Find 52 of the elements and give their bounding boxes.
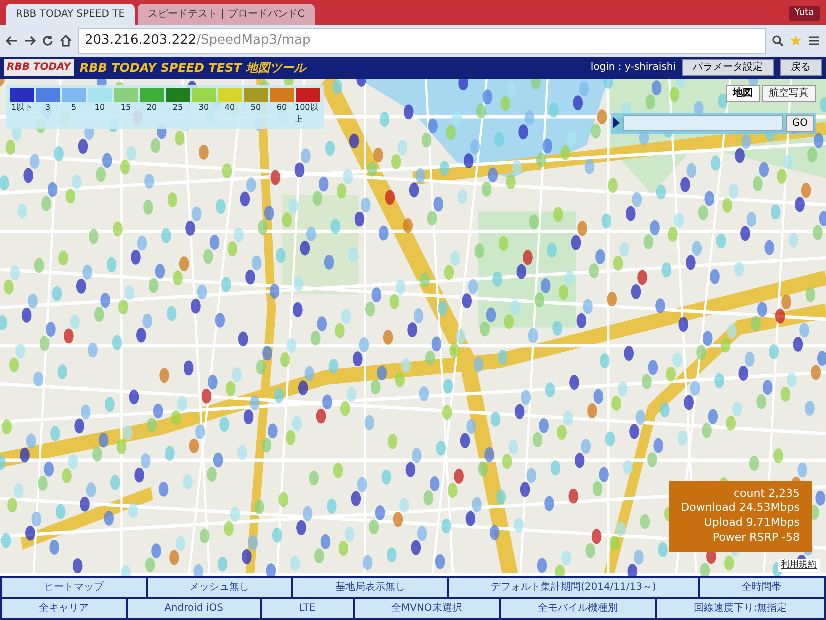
legend-label: 100以上 — [295, 102, 320, 126]
stats-line: Power RSRP -58 — [712, 531, 800, 546]
stats-line: count 2,235 — [732, 486, 800, 502]
setting-cell[interactable]: 全キャリア — [2, 599, 126, 618]
back-arrow-icon[interactable] — [6, 34, 18, 47]
address-field[interactable]: 203.216.203.222/SpeedMap3/map — [78, 28, 766, 54]
legend-label: 50 — [250, 102, 262, 114]
go-button[interactable]: GO — [786, 114, 814, 132]
legend-label: 1以下 — [11, 102, 33, 114]
map-drawing[interactable] — [0, 78, 826, 576]
setting-cell[interactable]: 全MVNO未選択 — [354, 599, 500, 618]
header-button[interactable]: 戻る — [780, 59, 822, 76]
legend-label: 20 — [146, 102, 158, 114]
search-icon[interactable] — [772, 34, 784, 47]
setting-cell[interactable]: ヒートマップ — [2, 578, 146, 597]
legend-label: 60 — [276, 102, 288, 114]
legend-label: 3 — [45, 102, 51, 114]
stats-line: Upload 9.71Mbps — [703, 516, 800, 532]
setting-cell[interactable]: 基地局表示無し — [293, 578, 448, 597]
legend-label: 30 — [198, 102, 210, 114]
login-label: login : y-shiraishi — [590, 61, 676, 75]
legend-label: 40 — [224, 102, 236, 114]
browser-tab[interactable]: スピードテスト | ブロードバンドC — [138, 4, 315, 25]
setting-cell[interactable]: 全モバイル機種別 — [501, 599, 655, 618]
url-host: 203.216.203.222 — [85, 33, 197, 48]
terms-link[interactable]: 利用規約 — [778, 558, 820, 572]
star-icon[interactable] — [790, 34, 802, 47]
app-title: RBB TODAY SPEED TEST 地図ツール — [80, 60, 306, 76]
map-type-button[interactable]: 地図 — [726, 84, 760, 102]
setting-cell[interactable]: LTE — [262, 599, 353, 618]
forward-arrow-icon[interactable] — [24, 34, 36, 47]
legend-label: 25 — [172, 102, 184, 114]
map-type-button[interactable]: 航空写真 — [762, 84, 816, 102]
profile-badge[interactable]: Yuta — [788, 6, 820, 21]
setting-cell[interactable]: メッシュ無し — [148, 578, 292, 597]
setting-cell[interactable]: Android iOS — [128, 599, 260, 618]
legend-label: 15 — [120, 102, 132, 114]
setting-cell[interactable]: デフォルト集計期間(2014/11/13～) — [449, 578, 698, 597]
setting-cell[interactable]: 回線速度下り:無指定 — [656, 599, 824, 618]
legend-label: 10 — [94, 102, 106, 114]
browser-tab[interactable]: RBB TODAY SPEED TE — [6, 4, 136, 25]
setting-cell[interactable]: 全時間帯 — [700, 578, 824, 597]
search-field[interactable] — [623, 115, 784, 131]
home-icon[interactable] — [60, 34, 72, 47]
url-path: /SpeedMap3/map — [196, 33, 311, 48]
legend-label: 5 — [71, 102, 77, 114]
stats-line: Download 24.53Mbps — [681, 501, 800, 516]
triangle-icon[interactable] — [613, 117, 620, 129]
reload-icon[interactable] — [42, 34, 54, 47]
header-button[interactable]: パラメータ設定 — [682, 59, 774, 76]
menu-icon[interactable] — [808, 34, 820, 47]
site-logo: RBB TODAY — [4, 59, 74, 76]
